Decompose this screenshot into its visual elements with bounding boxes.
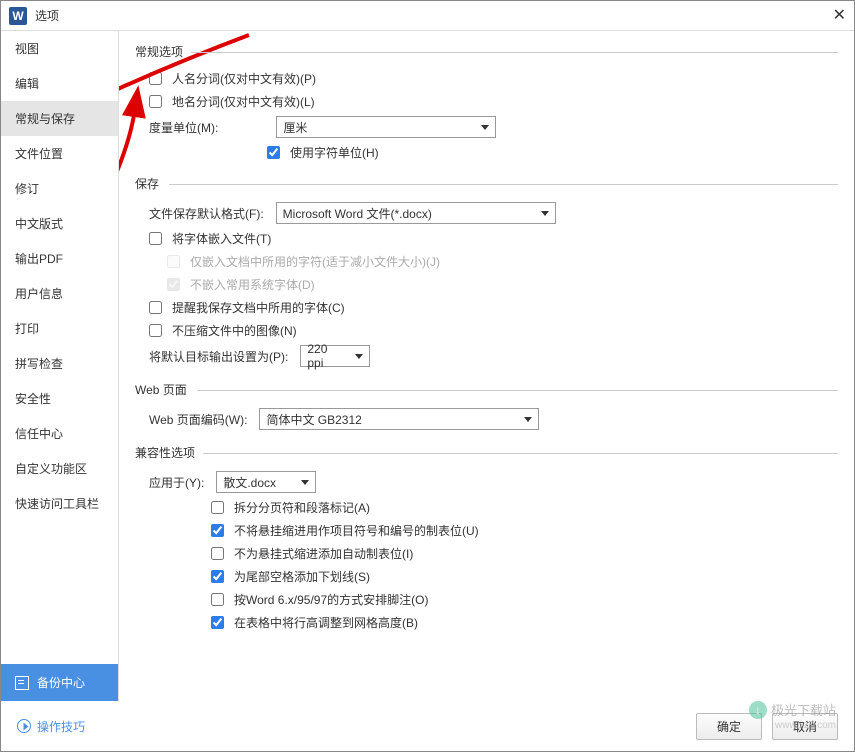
section-general: 常规选项: [135, 43, 838, 60]
play-icon: [17, 719, 31, 733]
web-encoding-value: 简体中文 GB2312: [266, 411, 361, 428]
sidebar-item-10[interactable]: 安全性: [1, 381, 118, 416]
embed-only-used-label: 仅嵌入文档中所用的字符(适于减小文件大小)(J): [190, 253, 440, 270]
default-format-label: 文件保存默认格式(F):: [149, 205, 264, 222]
default-output-label: 将默认目标输出设置为(P):: [149, 348, 288, 365]
web-encoding-select[interactable]: 简体中文 GB2312: [259, 408, 539, 430]
sidebar-item-12[interactable]: 自定义功能区: [1, 451, 118, 486]
sidebar: 视图编辑常规与保存文件位置修订中文版式输出PDF用户信息打印拼写检查安全性信任中…: [1, 31, 119, 701]
default-output-select[interactable]: 220 ppi: [300, 345, 370, 367]
place-name-label: 地名分词(仅对中文有效)(L): [172, 93, 315, 110]
embed-fonts-label: 将字体嵌入文件(T): [172, 230, 271, 247]
no-hanging-tab-checkbox[interactable]: [211, 524, 224, 537]
app-logo: W: [9, 7, 27, 25]
backup-icon: [15, 676, 29, 690]
remind-fonts-label: 提醒我保存文档中所用的字体(C): [172, 299, 345, 316]
section-compat: 兼容性选项: [135, 444, 838, 461]
sidebar-item-7[interactable]: 用户信息: [1, 276, 118, 311]
trailing-underline-label: 为尾部空格添加下划线(S): [234, 568, 370, 585]
content-panel: 常规选项 人名分词(仅对中文有效)(P) 地名分词(仅对中文有效)(L) 度量单…: [119, 31, 854, 701]
sidebar-item-4[interactable]: 修订: [1, 171, 118, 206]
sidebar-item-13[interactable]: 快速访问工具栏: [1, 486, 118, 521]
sidebar-item-11[interactable]: 信任中心: [1, 416, 118, 451]
footer: 操作技巧 确定 取消 ↓极光下载站 www.xz7.com: [1, 701, 854, 751]
titlebar: W 选项 ✕: [1, 1, 854, 31]
backup-label: 备份中心: [37, 674, 85, 691]
apply-select[interactable]: 散文.docx: [216, 471, 316, 493]
no-auto-tab-label: 不为悬挂式缩进添加自动制表位(I): [234, 545, 413, 562]
section-general-label: 常规选项: [135, 45, 183, 59]
use-char-unit-checkbox[interactable]: [267, 146, 280, 159]
default-format-select[interactable]: Microsoft Word 文件(*.docx): [276, 202, 556, 224]
unit-label: 度量单位(M):: [149, 119, 218, 136]
cancel-button[interactable]: 取消: [772, 713, 838, 740]
backup-center-button[interactable]: 备份中心: [1, 664, 118, 701]
sidebar-item-9[interactable]: 拼写检查: [1, 346, 118, 381]
embed-only-used-checkbox: [167, 255, 180, 268]
sidebar-item-0[interactable]: 视图: [1, 31, 118, 66]
window-title: 选项: [35, 7, 59, 24]
section-web: Web 页面: [135, 381, 838, 398]
section-save-label: 保存: [135, 177, 159, 191]
no-compress-img-checkbox[interactable]: [149, 324, 162, 337]
personal-name-checkbox[interactable]: [149, 72, 162, 85]
grid-row-height-label: 在表格中将行高调整到网格高度(B): [234, 614, 418, 631]
unit-value: 厘米: [283, 119, 307, 136]
tips-link[interactable]: 操作技巧: [17, 718, 85, 735]
section-save: 保存: [135, 175, 838, 192]
word6-footnote-checkbox[interactable]: [211, 593, 224, 606]
unit-select[interactable]: 厘米: [276, 116, 496, 138]
section-web-label: Web 页面: [135, 383, 187, 397]
web-encoding-label: Web 页面编码(W):: [149, 411, 247, 428]
close-icon[interactable]: ✕: [833, 5, 846, 25]
split-page-checkbox[interactable]: [211, 501, 224, 514]
split-page-label: 拆分分页符和段落标记(A): [234, 499, 370, 516]
default-output-value: 220 ppi: [307, 342, 345, 370]
sidebar-item-2[interactable]: 常规与保存: [1, 101, 118, 136]
default-format-value: Microsoft Word 文件(*.docx): [283, 205, 432, 222]
tips-label: 操作技巧: [37, 718, 85, 735]
no-embed-system-label: 不嵌入常用系统字体(D): [190, 276, 315, 293]
use-char-unit-label: 使用字符单位(H): [290, 144, 379, 161]
no-hanging-tab-label: 不将悬挂缩进用作项目符号和编号的制表位(U): [234, 522, 479, 539]
ok-button[interactable]: 确定: [696, 713, 762, 740]
embed-fonts-checkbox[interactable]: [149, 232, 162, 245]
sidebar-item-3[interactable]: 文件位置: [1, 136, 118, 171]
place-name-checkbox[interactable]: [149, 95, 162, 108]
remind-fonts-checkbox[interactable]: [149, 301, 162, 314]
sidebar-item-8[interactable]: 打印: [1, 311, 118, 346]
sidebar-item-1[interactable]: 编辑: [1, 66, 118, 101]
grid-row-height-checkbox[interactable]: [211, 616, 224, 629]
apply-value: 散文.docx: [223, 474, 276, 491]
section-compat-label: 兼容性选项: [135, 446, 195, 460]
personal-name-label: 人名分词(仅对中文有效)(P): [172, 70, 316, 87]
no-compress-img-label: 不压缩文件中的图像(N): [172, 322, 297, 339]
no-embed-system-checkbox: [167, 278, 180, 291]
trailing-underline-checkbox[interactable]: [211, 570, 224, 583]
sidebar-item-5[interactable]: 中文版式: [1, 206, 118, 241]
apply-label: 应用于(Y):: [149, 474, 204, 491]
word6-footnote-label: 按Word 6.x/95/97的方式安排脚注(O): [234, 591, 429, 608]
no-auto-tab-checkbox[interactable]: [211, 547, 224, 560]
sidebar-item-6[interactable]: 输出PDF: [1, 241, 118, 276]
